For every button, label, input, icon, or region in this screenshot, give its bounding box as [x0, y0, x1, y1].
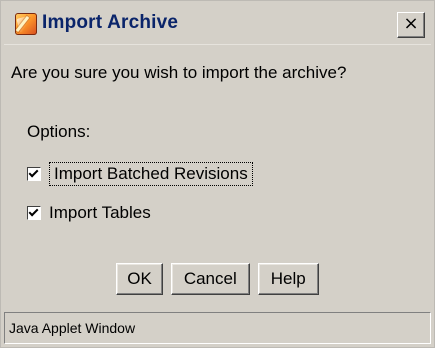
- import-batched-revisions-checkbox[interactable]: [27, 167, 41, 181]
- dialog-buttons: OK Cancel Help: [1, 263, 434, 295]
- ok-button[interactable]: OK: [116, 263, 163, 295]
- import-batched-revisions-option[interactable]: Import Batched Revisions: [27, 162, 253, 186]
- import-tables-option[interactable]: Import Tables: [27, 201, 151, 225]
- confirmation-question: Are you sure you wish to import the arch…: [11, 63, 347, 82]
- import-batched-revisions-label[interactable]: Import Batched Revisions: [49, 162, 253, 186]
- dialog-content: Are you sure you wish to import the arch…: [1, 1, 434, 347]
- import-tables-label[interactable]: Import Tables: [49, 203, 151, 223]
- status-bar-text: Java Applet Window: [9, 320, 136, 336]
- help-button[interactable]: Help: [257, 263, 319, 295]
- status-bar: Java Applet Window: [4, 312, 431, 344]
- cancel-button[interactable]: Cancel: [170, 263, 250, 295]
- import-tables-checkbox[interactable]: [27, 206, 41, 220]
- import-archive-window: Import Archive × Are you sure you wish t…: [0, 0, 435, 348]
- options-label: Options:: [27, 122, 91, 141]
